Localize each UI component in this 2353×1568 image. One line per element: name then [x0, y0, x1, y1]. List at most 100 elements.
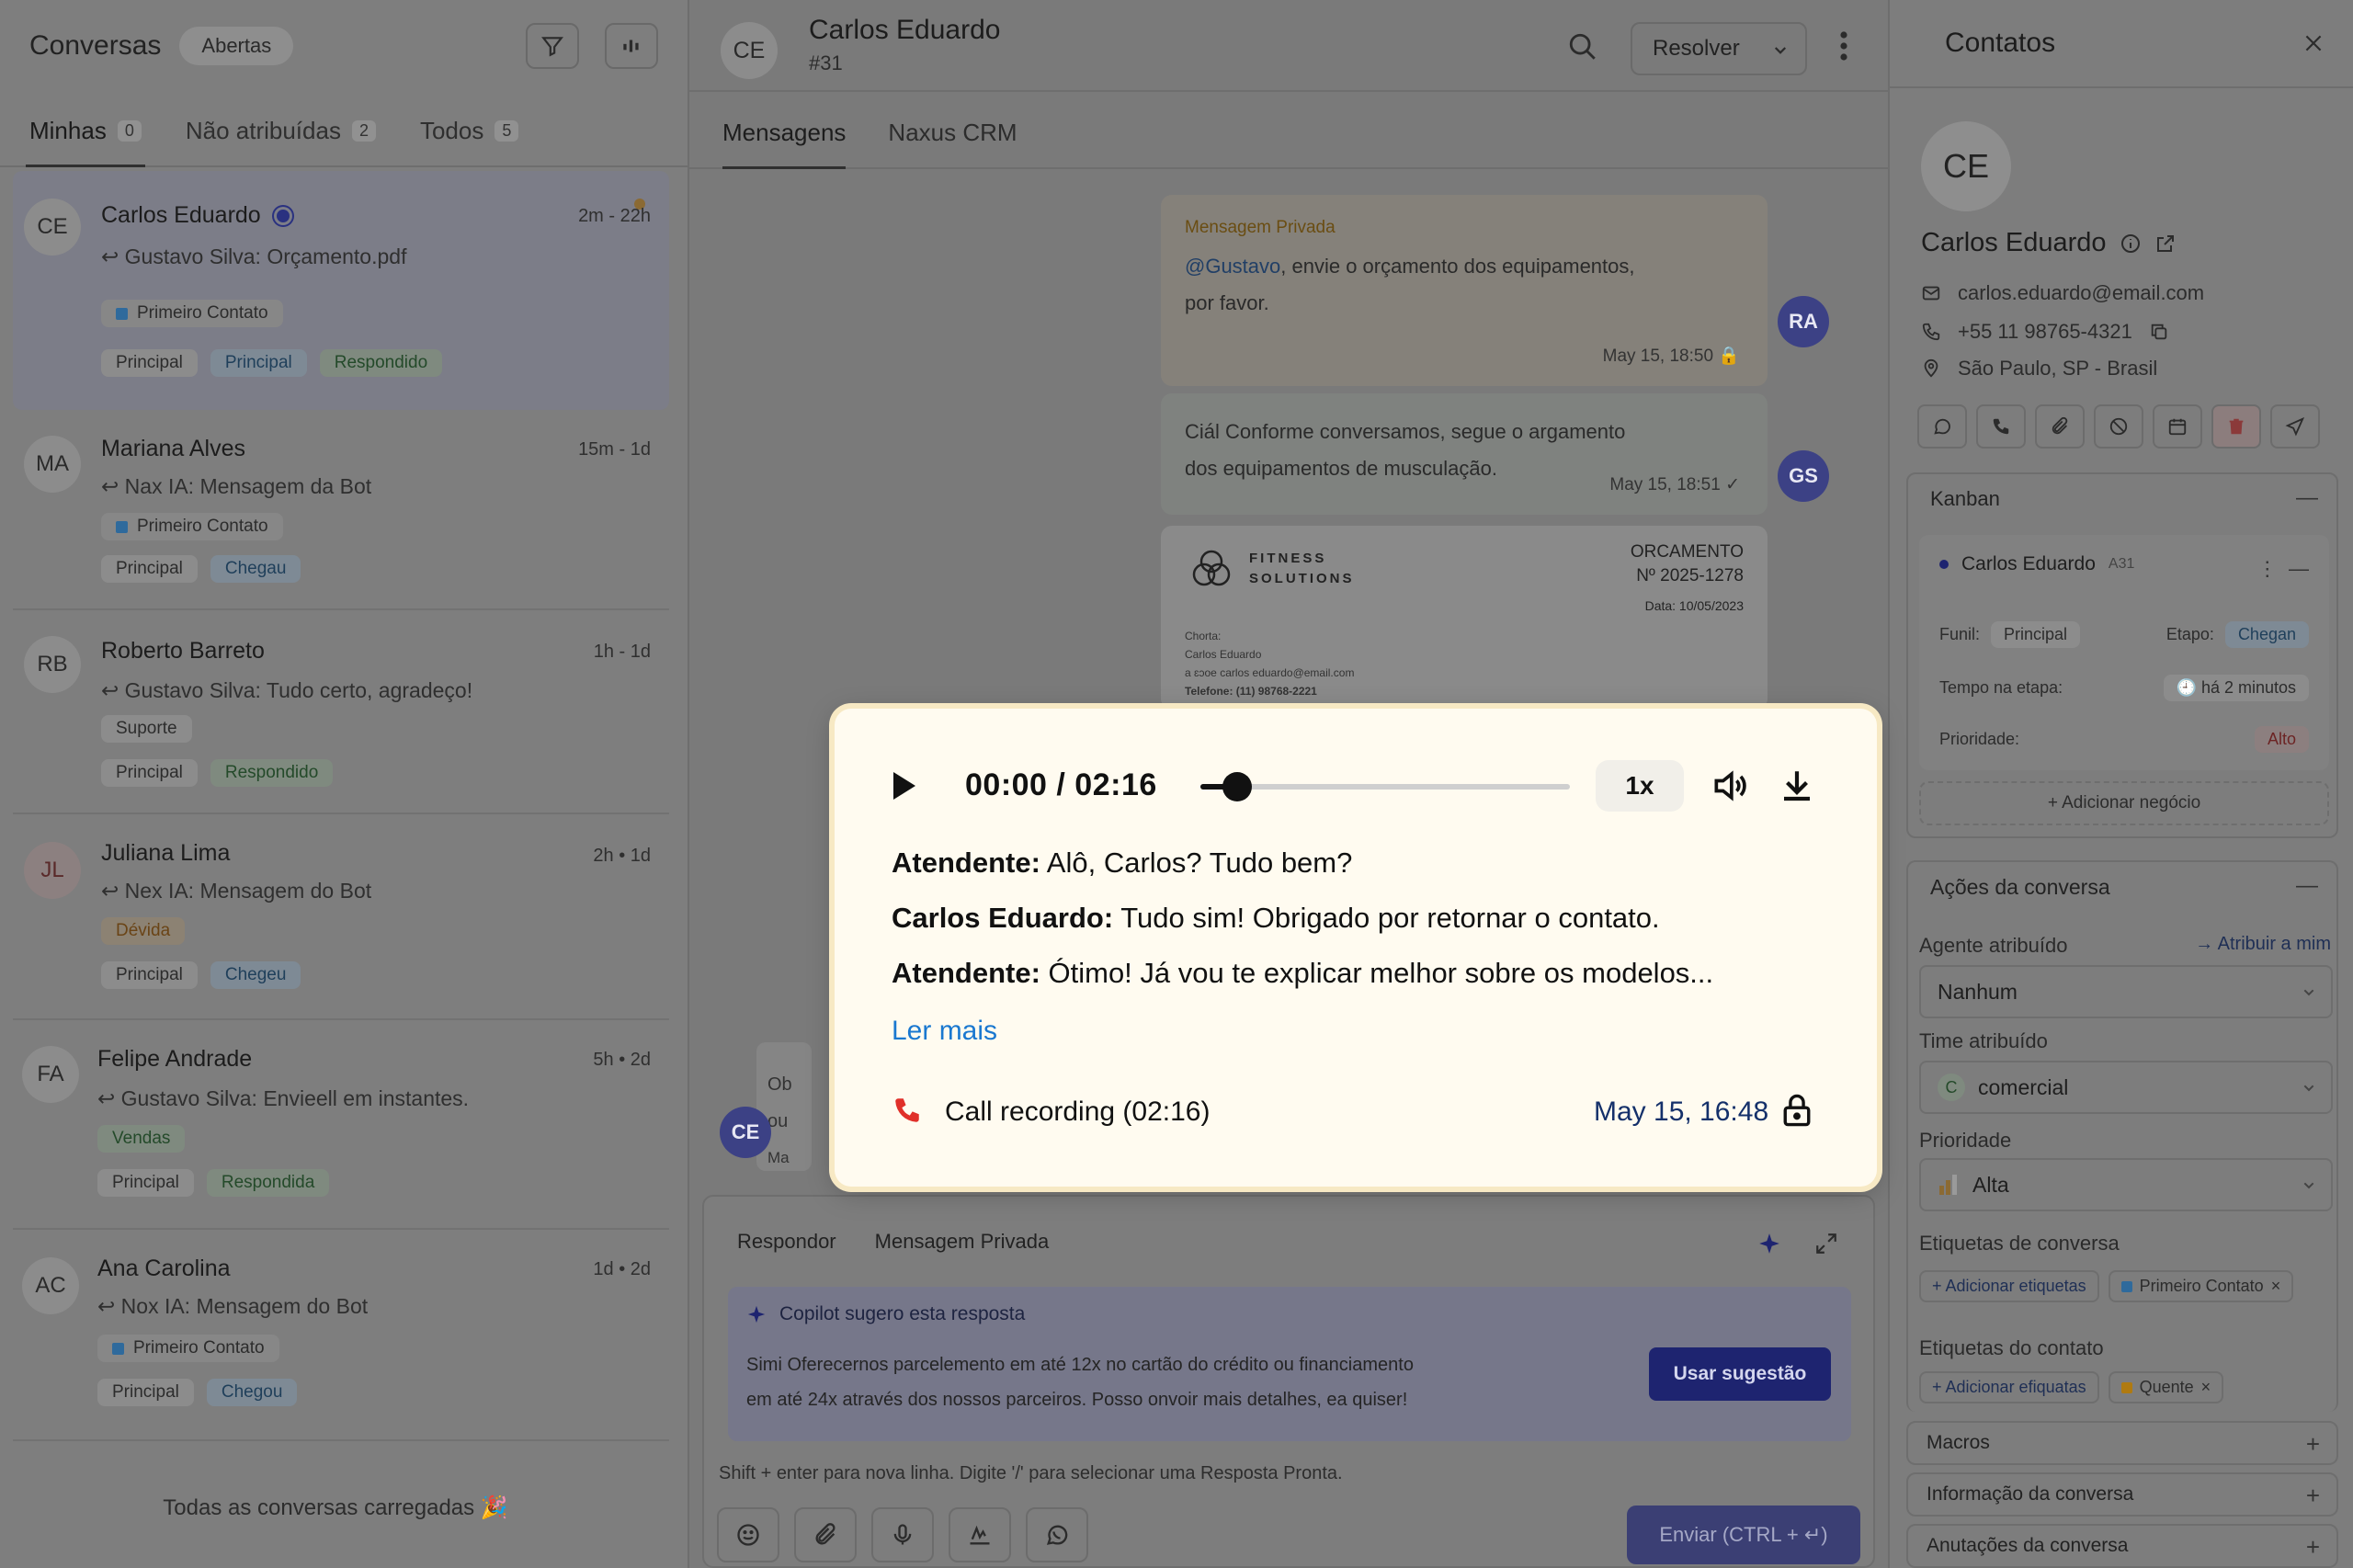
time-in-stage-row: Tempo na etapa: 🕘 há 2 minutos: [1939, 675, 2309, 701]
expand-icon[interactable]: [1814, 1232, 1838, 1256]
download-icon[interactable]: [1778, 766, 1816, 806]
delete-button[interactable]: [2211, 404, 2261, 449]
tab-mensagens[interactable]: Mensagens: [722, 119, 847, 169]
filter-button[interactable]: [526, 23, 579, 69]
team-select[interactable]: C comercial: [1919, 1061, 2333, 1114]
use-suggestion-button[interactable]: Usar sugestão: [1649, 1347, 1831, 1401]
attach-button[interactable]: [794, 1507, 857, 1562]
whatsapp-template-button[interactable]: [1026, 1507, 1088, 1562]
search-icon[interactable]: [1567, 31, 1598, 62]
close-icon[interactable]: [2302, 31, 2325, 55]
info-line: Chorta:: [1185, 630, 1222, 642]
label-row: Vendas: [97, 1125, 186, 1153]
document-preview[interactable]: FITNESS SOLUTIONS ORCAMENTO Nº 2025-1278 …: [1161, 526, 1768, 710]
copilot-title: Copilot sugero esta resposta: [779, 1303, 1026, 1324]
remove-label-icon[interactable]: ×: [2271, 1277, 2281, 1296]
call-recording-player: 00:00 / 02:16 1x Atendente: Alô, Carlos?…: [835, 709, 1877, 1187]
tab-private-note[interactable]: Mensagem Privada: [875, 1230, 1050, 1254]
conversation-item-roberto-barreto[interactable]: RB Roberto Barreto 1h - 1d ↩ Gustavo Sil…: [13, 610, 669, 814]
status-tag: Respondido: [210, 759, 334, 787]
tab-reply[interactable]: Respondor: [737, 1230, 836, 1254]
avatar: CE: [721, 22, 778, 79]
kanban-card[interactable]: Carlos Eduardo A31 ⋮ — Funil: Principal Et…: [1919, 535, 2329, 770]
incoming-message-partial: Ob ou Ma: [756, 1042, 812, 1171]
send-icon: [2285, 416, 2305, 437]
conversation-item-juliana-lima[interactable]: JL Juliana Lima 2h • 1d ↩ Nex IA: Mensag…: [13, 814, 669, 1020]
mail-icon: [1922, 286, 1940, 301]
copy-icon[interactable]: [2149, 322, 2169, 342]
status-filter-pill[interactable]: Abertas: [179, 27, 294, 65]
collapse-icon[interactable]: —: [2296, 485, 2318, 511]
conversation-item-mariana-alves[interactable]: MA Mariana Alves 15m - 1d ↩ Nax IA: Mens…: [13, 410, 669, 610]
stage-chip: Chegan: [2224, 621, 2309, 648]
ai-assist-icon[interactable]: [1757, 1232, 1781, 1256]
playback-speed-button[interactable]: 1x: [1596, 760, 1684, 812]
info-icon[interactable]: [2120, 233, 2142, 255]
whatsapp-button[interactable]: [1917, 404, 1967, 449]
sort-button[interactable]: [605, 23, 658, 69]
assign-to-me-link[interactable]: → Atribuir a mim: [2195, 934, 2331, 955]
quote-title: ORCAMENTO: [1630, 542, 1744, 562]
schedule-button[interactable]: [2153, 404, 2202, 449]
private-message: Mensagem Privada @Gustavo, envie o orçam…: [1161, 195, 1768, 386]
more-options-icon[interactable]: [1838, 29, 1849, 62]
conversation-item-carlos-eduardo[interactable]: CE Carlos Eduardo 2m - 22h ↩ Gustavo Sil…: [13, 171, 669, 410]
priority-select[interactable]: Alta: [1919, 1158, 2333, 1211]
mention-link[interactable]: @Gustavo: [1185, 255, 1280, 278]
contact-actions: [1917, 404, 2320, 449]
conversation-info-section[interactable]: Informação da conversa +: [1906, 1472, 2338, 1517]
tab-minhas[interactable]: Minhas 0: [26, 117, 145, 167]
resolve-button[interactable]: Resolver: [1631, 22, 1807, 75]
recording-date: May 15, 16:48: [1594, 1096, 1769, 1127]
conversation-tabs: Minhas 0 Não atribuídas 2 Todos 5: [0, 92, 688, 167]
message-timestamp: May 15, 18:50 🔒: [1602, 347, 1740, 366]
agent-avatar: GS: [1778, 450, 1829, 502]
funnel-chip: Principal: [1991, 621, 2081, 648]
add-conversation-label-button[interactable]: + Adicionar etiquetas: [1919, 1270, 2099, 1302]
panel-title: Conversas: [29, 30, 162, 61]
stage-tag: Chegau: [210, 555, 301, 583]
conversation-label: Vendas: [97, 1125, 186, 1153]
conversation-label: Dévida: [101, 917, 186, 945]
tag-row: Principal Principal Respondido: [101, 349, 443, 377]
conversation-notes-section[interactable]: Anutações da conversa +: [1906, 1524, 2338, 1568]
contact-phone[interactable]: +55 11 98765-4321: [1921, 320, 2169, 344]
tab-nao-atribuidas[interactable]: Não atribuídas 2: [184, 117, 378, 165]
label-color-icon: [116, 520, 128, 533]
macros-section[interactable]: Macros +: [1906, 1421, 2338, 1465]
collapse-icon[interactable]: —: [2296, 873, 2318, 899]
remove-label-icon[interactable]: ×: [2201, 1378, 2211, 1397]
read-more-link[interactable]: Ler mais: [892, 1016, 997, 1047]
audio-record-button[interactable]: [871, 1507, 934, 1562]
progress-track[interactable]: [1200, 772, 1570, 801]
message-text: Ob: [767, 1074, 792, 1095]
emoji-button[interactable]: [717, 1507, 779, 1562]
play-icon[interactable]: [890, 769, 919, 802]
add-deal-button[interactable]: + Adicionar negócio: [1919, 781, 2329, 825]
volume-icon[interactable]: [1710, 766, 1750, 806]
tab-naxus-crm[interactable]: Naxus CRM: [888, 119, 1017, 167]
send-button[interactable]: [2270, 404, 2320, 449]
agent-select[interactable]: Nanhum: [1919, 965, 2333, 1018]
contact-name: Juliana Lima: [101, 840, 231, 866]
send-button[interactable]: Enviar (CTRL + ↵): [1627, 1506, 1860, 1564]
label-row: Primeiro Contato: [101, 300, 283, 327]
tab-todos[interactable]: Todos 5: [418, 117, 520, 165]
attach-button[interactable]: [2035, 404, 2085, 449]
label-row: Suporte: [101, 715, 192, 743]
kanban-card-menu-icon[interactable]: ⋮ —: [2257, 557, 2309, 581]
conversation-labels-row: + Adicionar etiquetas Primeiro Contato ×: [1919, 1270, 2294, 1302]
label-color-icon: [2120, 1381, 2132, 1393]
edit-external-icon[interactable]: [2154, 233, 2177, 255]
call-button[interactable]: [1976, 404, 2026, 449]
conversation-item-ana-carolina[interactable]: AC Ana Carolina 1d • 2d ↩ Nox IA: Mensag…: [13, 1230, 669, 1441]
contact-email[interactable]: carlos.eduardo@email.com: [1921, 281, 2204, 305]
status-dot-icon: [1939, 560, 1949, 569]
conversation-item-felipe-andrade[interactable]: FA Felipe Andrade 5h • 2d ↩ Gustavo Silv…: [13, 1020, 669, 1230]
block-button[interactable]: [2094, 404, 2143, 449]
signature-button[interactable]: [949, 1507, 1011, 1562]
funnel-tag: Principal: [97, 1169, 194, 1197]
progress-thumb[interactable]: [1222, 772, 1253, 801]
add-contact-label-button[interactable]: + Adicionar efiquatas: [1919, 1371, 2099, 1403]
timestamp: 15m - 1d: [578, 439, 651, 460]
